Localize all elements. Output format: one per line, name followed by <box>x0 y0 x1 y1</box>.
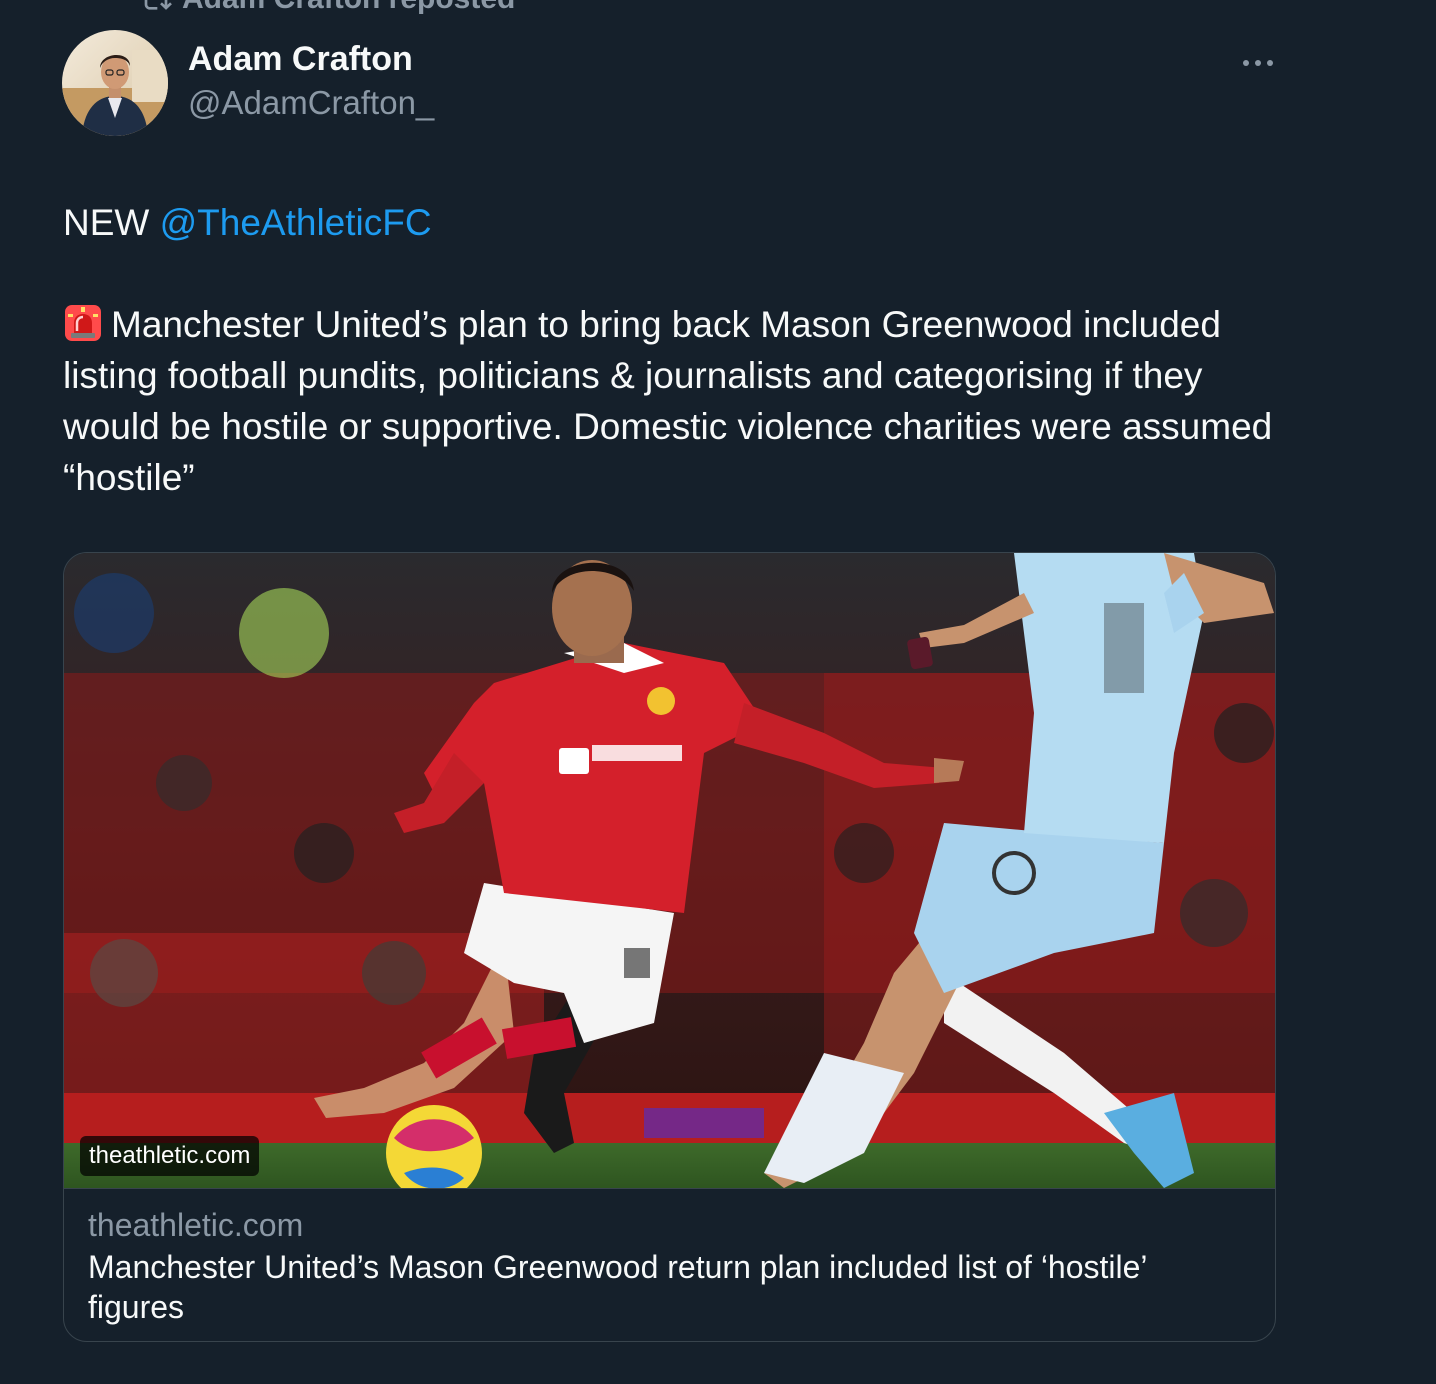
avatar-photo <box>62 30 168 136</box>
tweet-text: NEW @TheAthleticFC Manchester United’s p… <box>63 197 1293 503</box>
card-domain: theathletic.com <box>88 1207 304 1243</box>
football-match-photo <box>64 553 1275 1188</box>
repost-icon <box>144 0 172 10</box>
more-options-icon <box>1243 60 1273 66</box>
repost-label: Adam Crafton reposted <box>182 0 515 16</box>
repost-indicator[interactable]: Adam Crafton reposted <box>140 0 515 16</box>
author-handle[interactable]: @AdamCrafton_ <box>188 84 434 122</box>
more-options-button[interactable] <box>1236 48 1280 78</box>
card-image-badge: theathletic.com <box>80 1136 260 1176</box>
mention-link[interactable]: @TheAthleticFC <box>160 202 432 243</box>
tweet-body-paragraph: Manchester United’s plan to bring back M… <box>63 299 1293 503</box>
author-name[interactable]: Adam Crafton <box>188 40 413 79</box>
card-title: Manchester United’s Mason Greenwood retu… <box>88 1249 1147 1325</box>
police-light-icon <box>65 305 101 341</box>
tweet-body: Manchester United’s plan to bring back M… <box>63 304 1273 498</box>
card-meta[interactable]: theathletic.com Manchester United’s Maso… <box>64 1188 1275 1341</box>
tweet-first-line: NEW @TheAthleticFC <box>63 197 1293 248</box>
tweet-prefix: NEW <box>63 202 150 243</box>
link-card[interactable]: theathletic.com theathletic.com Manchest… <box>63 552 1276 1342</box>
avatar[interactable] <box>62 30 168 136</box>
